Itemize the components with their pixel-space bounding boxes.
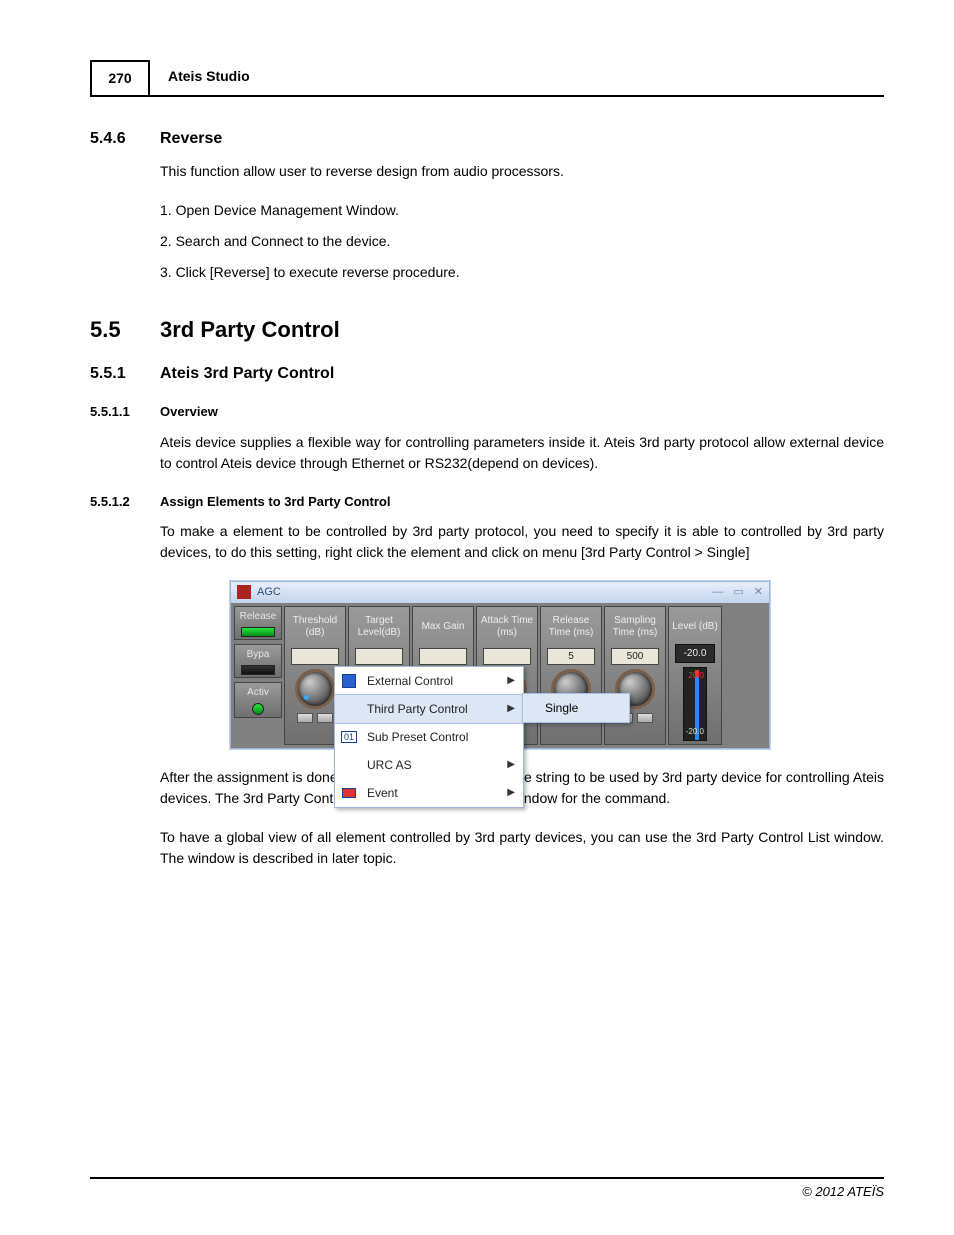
menu-label: Third Party Control [367, 700, 468, 718]
agc-window: AGC — ▭ ✕ Release Bypa [230, 581, 770, 749]
submenu-arrow-icon: ▶ [507, 785, 515, 800]
menu-label: Event [367, 784, 398, 802]
target-value[interactable] [355, 648, 403, 665]
sampling-value[interactable]: 500 [611, 648, 659, 665]
section-5512: 5.5.1.2 Assign Elements to 3rd Party Con… [90, 492, 884, 512]
event-icon [342, 788, 356, 798]
bypass-indicator [241, 665, 275, 675]
reverse-step-1: 1. Open Device Management Window. [160, 200, 884, 221]
active-label: Activ [235, 685, 281, 700]
threshold-stepper[interactable] [297, 713, 333, 723]
reverse-step-3: 3. Click [Reverse] to execute reverse pr… [160, 262, 884, 283]
meter-scale-bottom: -20.0 [686, 726, 704, 738]
submenu-arrow-icon: ▶ [507, 701, 515, 716]
context-submenu[interactable]: Single [522, 693, 630, 723]
assign-intro: To make a element to be controlled by 3r… [160, 521, 884, 563]
bypass-button[interactable]: Bypa [234, 644, 282, 678]
section-5511: 5.5.1.1 Overview [90, 402, 884, 422]
preset-icon: 01 [341, 731, 357, 743]
menu-sub-preset-control[interactable]: 01 Sub Preset Control [335, 723, 523, 751]
maximize-icon[interactable]: ▭ [733, 584, 743, 601]
menu-label: Sub Preset Control [367, 728, 468, 746]
attack-header: Attack Time (ms) [479, 610, 535, 644]
sampling-header: Sampling Time (ms) [607, 610, 663, 644]
overview-text: Ateis device supplies a flexible way for… [160, 432, 884, 474]
releasetime-column[interactable]: Release Time (ms) 5 [540, 606, 602, 745]
header-title: Ateis Studio [150, 60, 268, 95]
section-number: 5.4.6 [90, 127, 160, 151]
section-number: 5.5 [90, 313, 160, 346]
section-number: 5.5.1.2 [90, 492, 160, 512]
menu-label: URC AS [367, 756, 412, 774]
section-title: Assign Elements to 3rd Party Control [160, 492, 390, 512]
section-title: Overview [160, 402, 218, 422]
menu-external-control[interactable]: External Control ▶ [335, 667, 523, 695]
section-546: 5.4.6 Reverse [90, 127, 884, 151]
threshold-header: Threshold (dB) [287, 610, 343, 644]
section-55: 5.5 3rd Party Control [90, 313, 884, 346]
bypass-label: Bypa [235, 647, 281, 662]
section-number: 5.5.1.1 [90, 402, 160, 422]
after-assign-text-2: To have a global view of all element con… [160, 827, 884, 869]
threshold-value[interactable] [291, 648, 339, 665]
target-header: Target Level(dB) [351, 610, 407, 644]
section-title: Reverse [160, 127, 222, 151]
page-header: 270 Ateis Studio [90, 60, 884, 97]
active-indicator [252, 703, 264, 715]
footer-rule [90, 1177, 884, 1179]
minimize-icon[interactable]: — [712, 584, 723, 601]
context-menu[interactable]: External Control ▶ Third Party Control ▶… [334, 666, 524, 808]
submenu-arrow-icon: ▶ [507, 673, 515, 688]
releasetime-header: Release Time (ms) [543, 610, 599, 644]
release-button[interactable]: Release [234, 606, 282, 640]
section-title: Ateis 3rd Party Control [160, 362, 334, 386]
section-number: 5.5.1 [90, 362, 160, 386]
level-meter: 20.0 -20.0 [683, 667, 707, 741]
menu-urc-as[interactable]: URC AS ▶ [335, 751, 523, 779]
agc-titlebar[interactable]: AGC — ▭ ✕ [231, 582, 769, 603]
submenu-single[interactable]: Single [522, 693, 630, 723]
releasetime-value[interactable]: 5 [547, 648, 595, 665]
close-icon[interactable]: ✕ [754, 584, 763, 601]
sampling-column[interactable]: Sampling Time (ms) 500 [604, 606, 666, 745]
threshold-knob[interactable] [295, 669, 335, 709]
section-551: 5.5.1 Ateis 3rd Party Control [90, 362, 884, 386]
active-button[interactable]: Activ [234, 682, 282, 718]
reverse-intro: This function allow user to reverse desi… [160, 161, 884, 182]
level-value: -20.0 [675, 644, 715, 663]
menu-third-party-control[interactable]: Third Party Control ▶ [334, 694, 524, 724]
level-header: Level (dB) [672, 610, 718, 644]
release-indicator [241, 627, 275, 637]
maxgain-value[interactable] [419, 648, 467, 665]
submenu-label: Single [545, 699, 578, 717]
page-number: 270 [90, 60, 150, 95]
maxgain-header: Max Gain [422, 610, 465, 644]
meter-scale-top: 20.0 [688, 670, 704, 682]
section-title: 3rd Party Control [160, 313, 340, 346]
release-label: Release [235, 609, 281, 624]
app-icon [237, 585, 251, 599]
menu-label: External Control [367, 672, 453, 690]
reverse-step-2: 2. Search and Connect to the device. [160, 231, 884, 252]
attack-value[interactable] [483, 648, 531, 665]
footer-copyright: © 2012 ATEÏS [802, 1182, 884, 1202]
level-meter-column: Level (dB) -20.0 20.0 -20.0 [668, 606, 722, 745]
submenu-arrow-icon: ▶ [507, 757, 515, 772]
agc-screenshot: AGC — ▭ ✕ Release Bypa [230, 581, 884, 749]
grid-icon [342, 674, 356, 688]
menu-event[interactable]: Event ▶ [335, 779, 523, 807]
window-title: AGC [257, 584, 706, 601]
